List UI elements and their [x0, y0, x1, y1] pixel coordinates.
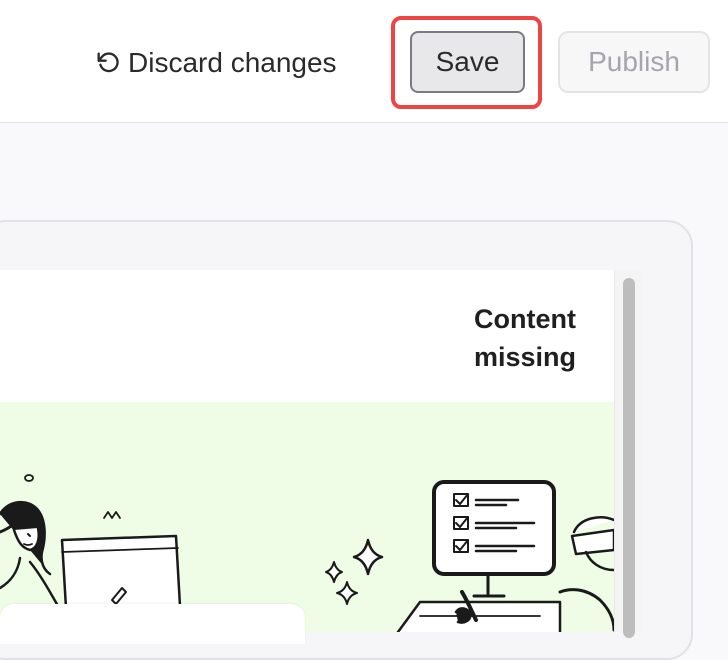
save-button[interactable]: Save: [410, 31, 525, 93]
page-preview: Content missing: [0, 270, 614, 632]
discard-changes-button[interactable]: Discard changes: [94, 38, 337, 88]
publish-button: Publish: [558, 31, 710, 93]
scrollbar-thumb[interactable]: [623, 278, 635, 638]
content-missing-label: Content missing: [474, 304, 577, 372]
discard-changes-label: Discard changes: [128, 47, 337, 78]
preview-card: [0, 604, 305, 644]
illustration-art: [0, 474, 614, 632]
hero-illustration: [0, 402, 614, 632]
top-toolbar: Discard changes Save Publish: [0, 0, 728, 123]
undo-icon: [97, 52, 119, 73]
preview-scrollbar[interactable]: [614, 270, 642, 638]
